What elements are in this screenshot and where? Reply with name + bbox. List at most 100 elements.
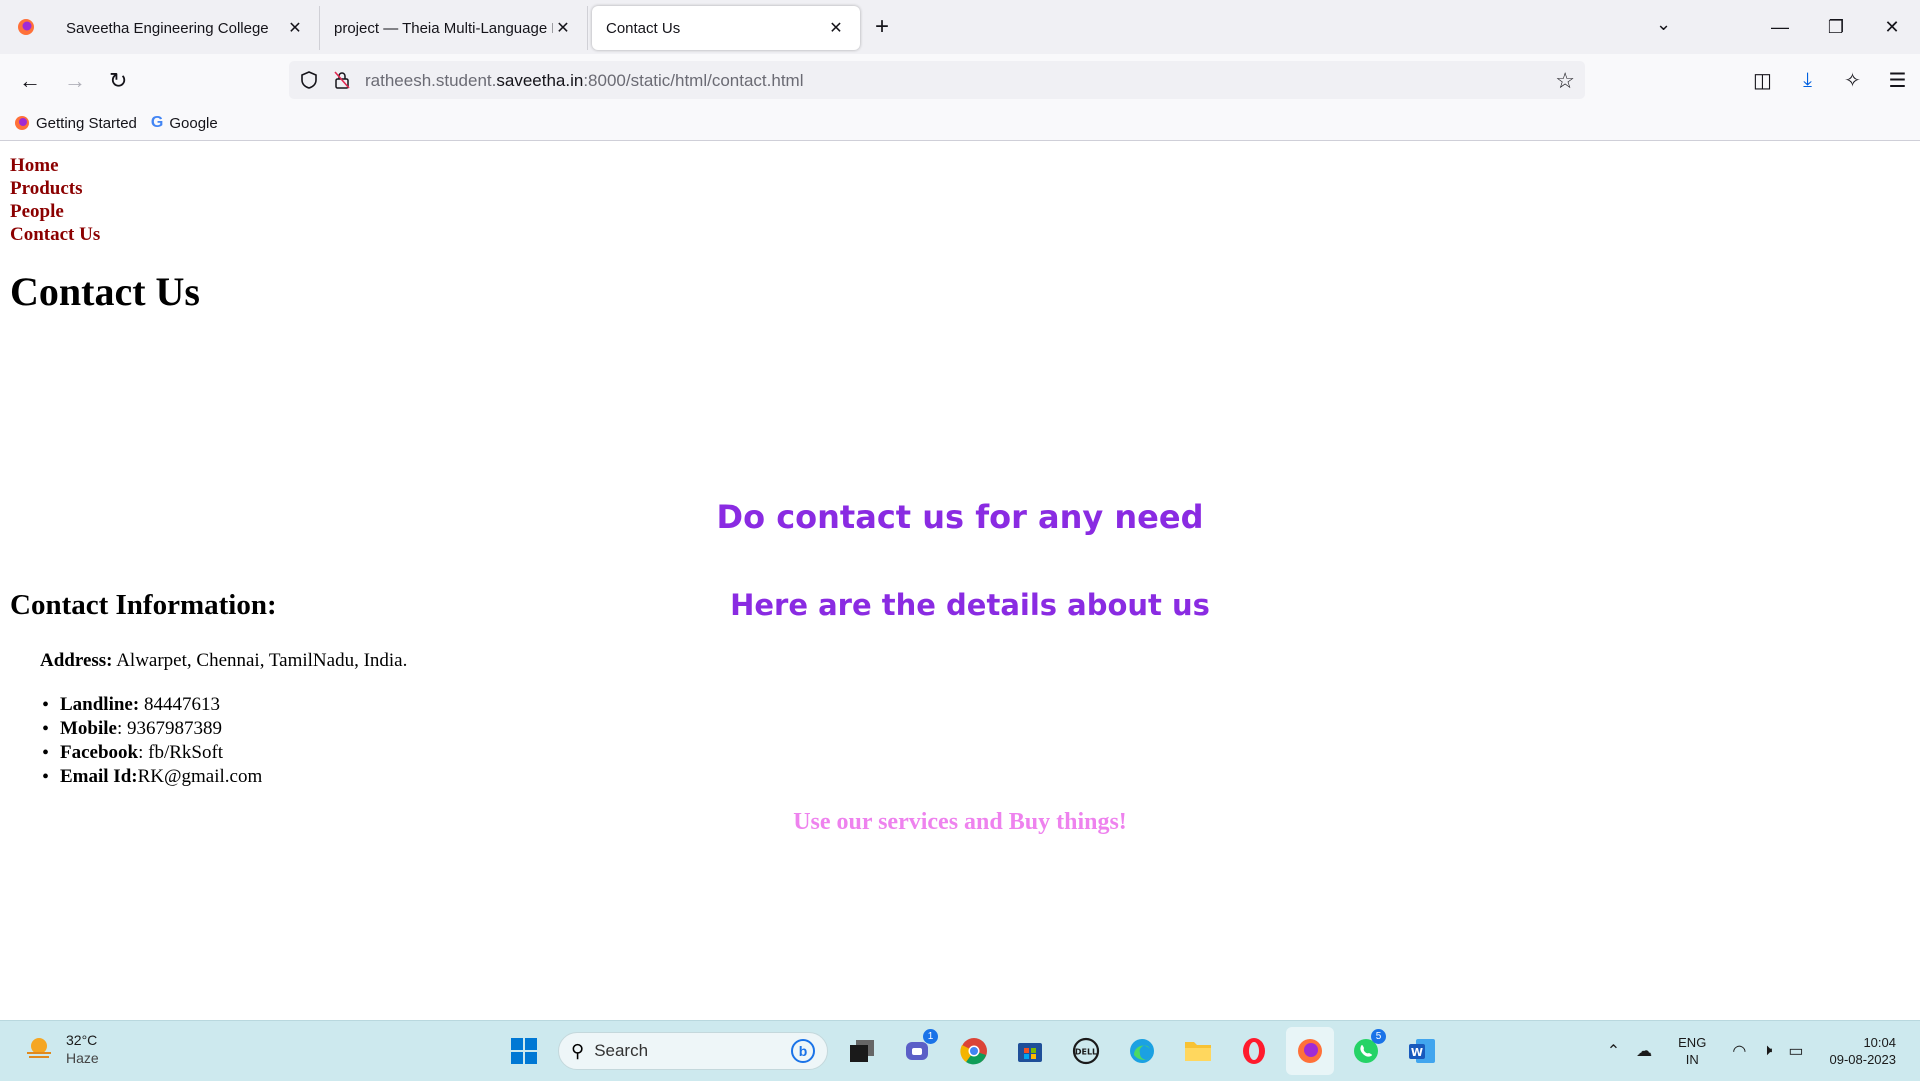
info-label: Facebook	[60, 742, 139, 763]
info-value: : 9367987389	[117, 718, 223, 739]
file-explorer-button[interactable]	[1174, 1027, 1222, 1075]
details-heading: Here are the details about us	[730, 588, 1210, 622]
navigation-toolbar: ← → ↻ ratheesh.student.saveetha.in:8000/…	[0, 54, 1920, 106]
extensions-icon[interactable]: ✧	[1830, 68, 1875, 93]
tab-theia-project[interactable]: project — Theia Multi-Language Ex ✕	[320, 6, 588, 50]
search-icon: ⚲	[571, 1040, 585, 1061]
nav-link-contact-us[interactable]: Contact Us	[10, 223, 100, 246]
page-title: Contact Us	[10, 269, 200, 314]
firefox-view-button[interactable]	[0, 0, 52, 54]
info-label: Mobile	[60, 718, 117, 739]
restore-icon[interactable]: ❐	[1808, 17, 1864, 38]
word-icon: W	[1409, 1039, 1435, 1063]
firefox-icon	[1298, 1039, 1322, 1063]
clock-time: 10:04	[1863, 1035, 1896, 1050]
address-bar[interactable]: ratheesh.student.saveetha.in:8000/static…	[289, 61, 1585, 99]
chrome-button[interactable]	[950, 1027, 998, 1075]
contact-info-list: Landline: 84447613 Mobile: 9367987389 Fa…	[42, 693, 262, 789]
list-item-landline: Landline: 84447613	[42, 693, 262, 717]
close-tab-icon[interactable]: ✕	[285, 18, 305, 38]
onedrive-sync-icon[interactable]: ☁	[1636, 1041, 1652, 1061]
pocket-icon[interactable]: ◫	[1740, 68, 1785, 93]
task-view-icon	[850, 1040, 874, 1062]
tab-label: project — Theia Multi-Language Ex	[334, 19, 553, 37]
svg-text:DELL: DELL	[1075, 1048, 1097, 1057]
info-value: 84447613	[139, 694, 220, 715]
microsoft-store-button[interactable]	[1006, 1027, 1054, 1075]
forward-arrow-icon[interactable]: →	[64, 68, 86, 94]
battery-icon[interactable]: ▭	[1788, 1041, 1803, 1061]
url-prefix: ratheesh.student.	[365, 71, 497, 90]
weather-widget[interactable]: 32°C Haze	[24, 1031, 99, 1067]
list-item-mobile: Mobile: 9367987389	[42, 717, 262, 741]
download-icon[interactable]: ⤓	[1785, 69, 1830, 92]
svg-text:W: W	[1411, 1046, 1423, 1059]
windows-logo-icon	[511, 1038, 537, 1064]
teams-chat-button[interactable]: 1	[894, 1027, 942, 1075]
bookmark-google[interactable]: G Google	[151, 114, 218, 132]
url-suffix: :8000/static/html/contact.html	[583, 71, 804, 90]
contact-info-heading: Contact Information:	[10, 589, 277, 621]
tab-label: Saveetha Engineering College	[66, 19, 269, 37]
nav-link-people[interactable]: People	[10, 200, 100, 223]
nav-link-home[interactable]: Home	[10, 154, 100, 177]
folder-icon	[1185, 1042, 1211, 1061]
services-tagline: Use our services and Buy things!	[793, 809, 1127, 835]
word-button[interactable]: W	[1398, 1027, 1446, 1075]
clock-date: 09-08-2023	[1829, 1052, 1897, 1067]
url-domain: saveetha.in	[496, 71, 584, 90]
info-label: Email Id:	[60, 766, 138, 787]
edge-button[interactable]	[1118, 1027, 1166, 1075]
address-label: Address:	[40, 650, 113, 671]
tab-label: Contact Us	[606, 19, 681, 37]
close-tab-icon[interactable]: ✕	[826, 18, 846, 38]
bookmark-getting-started[interactable]: Getting Started	[14, 115, 137, 132]
info-label: Landline:	[60, 694, 140, 715]
tab-contact-us[interactable]: Contact Us ✕	[592, 6, 860, 50]
start-button[interactable]	[500, 1027, 548, 1075]
bookmark-label: Google	[169, 114, 218, 132]
firefox-icon	[15, 116, 29, 130]
insecure-lock-icon[interactable]	[333, 70, 351, 90]
speaker-muted-icon[interactable]: 🕨	[1762, 1042, 1772, 1060]
task-view-button[interactable]	[838, 1027, 886, 1075]
bing-icon[interactable]: b	[791, 1039, 815, 1063]
bookmark-star-icon[interactable]: ☆	[1555, 68, 1575, 94]
language-indicator[interactable]: ENG IN	[1678, 1034, 1706, 1068]
system-tray: ⌃ ☁ ENG IN ◠ 🕨 ▭ 10:04 09-08-2023	[1599, 1021, 1920, 1081]
weather-temp: 32°C	[66, 1032, 98, 1048]
close-tab-icon[interactable]: ✕	[553, 18, 573, 38]
clock[interactable]: 10:04 09-08-2023	[1830, 1034, 1897, 1068]
bookmark-label: Getting Started	[36, 114, 137, 132]
list-tabs-icon[interactable]: ⌄	[1656, 14, 1671, 35]
nav-link-products[interactable]: Products	[10, 177, 100, 200]
firefox-icon	[18, 19, 34, 35]
tracking-shield-icon[interactable]	[299, 70, 319, 90]
address-line: Address: Alwarpet, Chennai, TamilNadu, I…	[40, 650, 407, 672]
back-arrow-icon[interactable]: ←	[19, 68, 41, 94]
whatsapp-button[interactable]: 5	[1342, 1027, 1390, 1075]
opera-button[interactable]	[1230, 1027, 1278, 1075]
tab-saveetha[interactable]: Saveetha Engineering College ✕	[52, 6, 320, 50]
site-nav: Home Products People Contact Us	[10, 154, 100, 246]
opera-icon	[1243, 1038, 1265, 1064]
region-code: IN	[1685, 1052, 1699, 1067]
firefox-taskbar-button[interactable]	[1286, 1027, 1334, 1075]
wifi-icon[interactable]: ◠	[1732, 1041, 1746, 1061]
bookmarks-toolbar: Getting Started G Google	[0, 106, 1920, 141]
app-menu-icon[interactable]: ☰	[1875, 68, 1920, 93]
chrome-icon	[960, 1038, 987, 1065]
close-window-icon[interactable]: ✕	[1864, 17, 1920, 38]
address-value: Alwarpet, Chennai, TamilNadu, India.	[112, 650, 408, 671]
reload-icon[interactable]: ↻	[109, 68, 127, 94]
new-tab-button[interactable]: +	[860, 13, 904, 41]
lang-code: ENG	[1678, 1035, 1707, 1050]
notification-badge: 1	[923, 1029, 938, 1044]
taskbar-search[interactable]: ⚲ Search b	[558, 1032, 828, 1070]
weather-desc: Haze	[66, 1050, 99, 1066]
dell-app-button[interactable]: DELL	[1062, 1027, 1110, 1075]
chevron-up-icon[interactable]: ⌃	[1607, 1041, 1620, 1061]
list-item-facebook: Facebook: fb/RkSoft	[42, 741, 262, 765]
minimize-icon[interactable]: —	[1752, 17, 1808, 38]
google-icon: G	[150, 114, 164, 131]
